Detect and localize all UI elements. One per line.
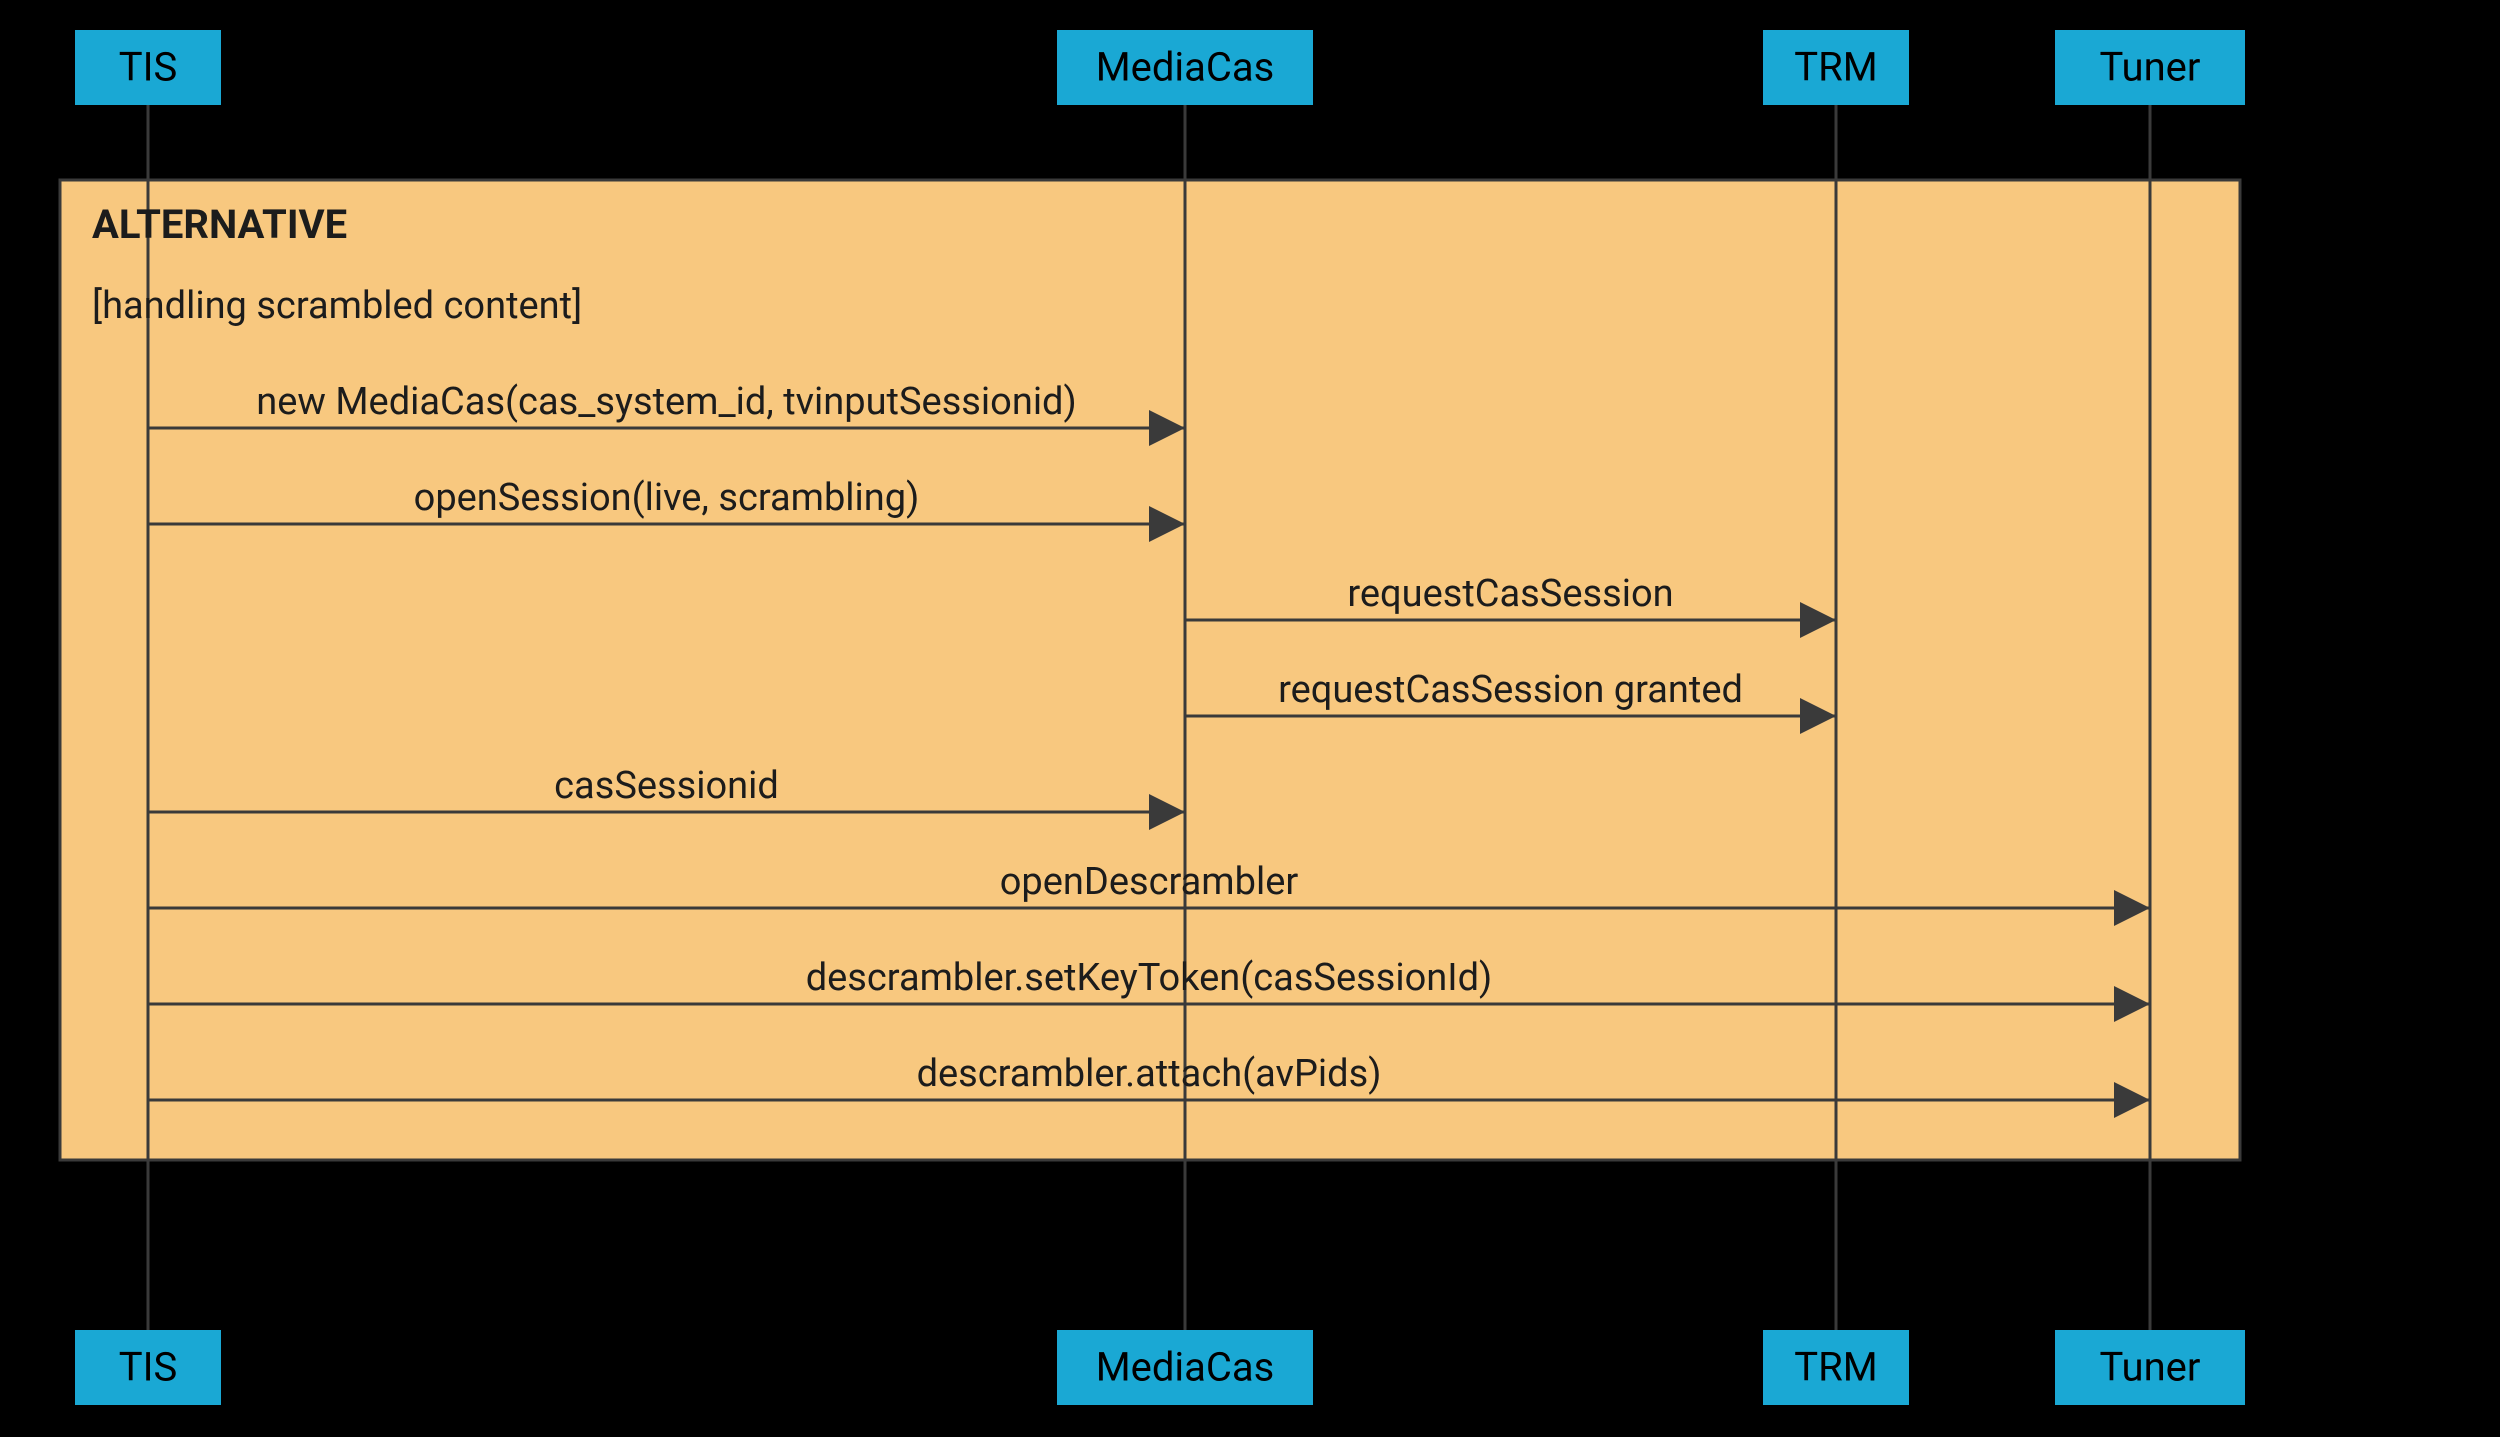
message-label-2: requestCasSession <box>1347 572 1673 616</box>
participant-label-trm: TRM <box>1794 44 1877 91</box>
message-label-5: openDescrambler <box>1000 860 1299 904</box>
participant-label-tuner: Tuner <box>2100 44 2201 91</box>
message-label-4: casSessionid <box>554 764 779 808</box>
frame-guard: [handling scrambled content] <box>92 284 582 328</box>
participant-label-tis: TIS <box>119 1344 178 1391</box>
sequence-diagram: ALTERNATIVE [handling scrambled content] n… <box>0 0 2500 1437</box>
participant-label-trm: TRM <box>1794 1344 1877 1391</box>
message-label-1: openSession(live, scrambling) <box>414 476 920 520</box>
participant-label-mediacas: MediaCas <box>1096 1344 1275 1391</box>
message-label-0: new MediaCas(cas_system_id, tvinputSessi… <box>256 380 1076 424</box>
participant-label-mediacas: MediaCas <box>1096 44 1275 91</box>
message-label-7: descrambler.attach(avPids) <box>917 1052 1382 1096</box>
message-label-6: descrambler.setKeyToken(casSessionId) <box>806 956 1493 1000</box>
participant-label-tuner: Tuner <box>2100 1344 2201 1391</box>
frame-title: ALTERNATIVE <box>92 201 347 248</box>
message-label-3: requestCasSession granted <box>1278 668 1743 712</box>
participant-label-tis: TIS <box>119 44 178 91</box>
